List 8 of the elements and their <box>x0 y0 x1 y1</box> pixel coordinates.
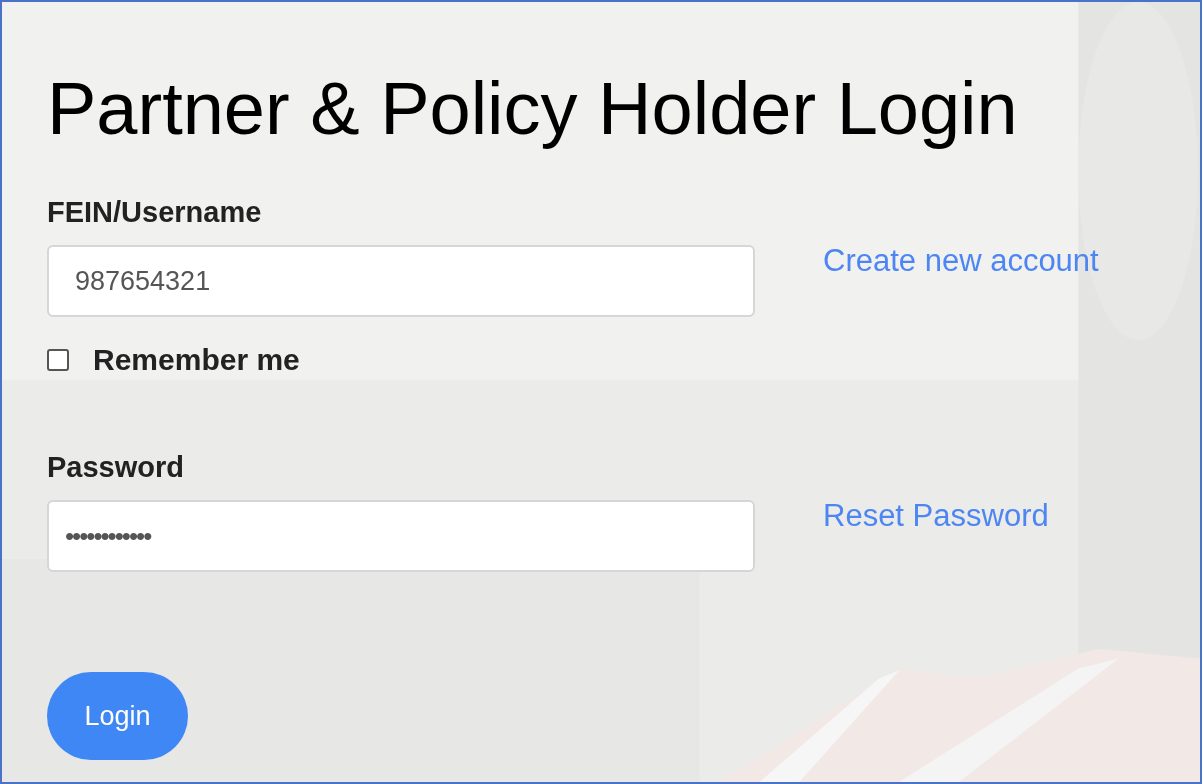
input-field[interactable]: •••••••••••• <box>47 500 755 572</box>
checkbox-label: Remember me <box>93 345 300 375</box>
checkbox[interactable] <box>47 349 69 371</box>
link[interactable]: Reset Password <box>823 500 1049 531</box>
field-label: FEIN/Username <box>47 198 262 227</box>
link[interactable]: Create new account <box>823 245 1099 276</box>
field-label: Password <box>47 453 184 482</box>
input-field[interactable]: 987654321 <box>47 245 755 317</box>
